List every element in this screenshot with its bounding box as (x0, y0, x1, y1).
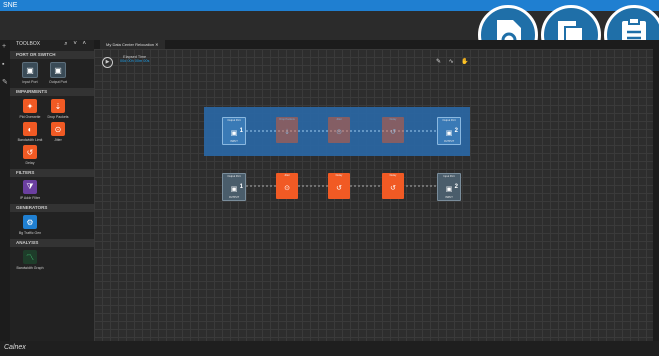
pipeline-node[interactable]: Delay ↺ (382, 173, 404, 199)
node-footer: OUTPUT (443, 140, 455, 143)
impairment-icon: ↺ (336, 185, 342, 192)
toolbox-item-label: Pkt Overwrite (19, 115, 41, 119)
node-footer: INPUT (445, 196, 453, 199)
pipeline-node[interactable]: Jitter ⊙ (276, 173, 298, 199)
toolbox-section-header[interactable]: FILTERS (10, 169, 94, 177)
port-icon: ▣ (22, 62, 38, 78)
impairment-icon: ⊙ (336, 129, 342, 136)
toolbox-controls[interactable]: ⌕ ˅ ˄ (64, 40, 88, 49)
toolbox-tiles: ✦ Pkt Overwrite ⇣ Drop Packets ◐ Bandwidth Li… (10, 96, 94, 167)
design-canvas[interactable]: ▶ Elapsed Time 00d 00h 00m 00s ✎ ∿ ✋ Out… (94, 49, 653, 341)
toolbox-item-label: Output Port (49, 80, 67, 84)
toolbox-section-header[interactable]: GENERATORS (10, 204, 94, 212)
tab-my-data-center-relocation[interactable]: My Data Center Relocation ✕ (100, 40, 165, 49)
toolbox-item[interactable]: ⚙ Bg Traffic Gen (19, 215, 41, 235)
node-header: Output Port (227, 119, 241, 122)
left-icon-strip: + ▪ ✎ (0, 40, 10, 341)
impairment-icon: ↺ (390, 129, 396, 136)
toolbox-item-label: Jitter (54, 138, 62, 142)
port-number: 1 (239, 128, 243, 134)
tab-bar: My Data Center Relocation ✕ (94, 40, 659, 49)
toolbox-section-header[interactable]: ANALYSIS (10, 239, 94, 247)
toolbox-tiles: ⚙ Bg Traffic Gen (10, 212, 94, 237)
drop-icon: ⇣ (51, 99, 65, 113)
node-header: Output Port (227, 175, 241, 178)
port-number: 1 (239, 184, 243, 190)
node-header: Output Port (442, 119, 456, 122)
folder-icon[interactable]: ▪ (2, 61, 8, 68)
toolbox-item-label: Input Port (22, 80, 38, 84)
toolbox-title: TOOLBOX (16, 41, 41, 47)
overwrite-icon: ✦ (23, 99, 37, 113)
toolbox-item[interactable]: ✦ Pkt Overwrite (19, 99, 41, 119)
toolbox-sections: PORT OR SWITCH ▣ Input Port ▣ Output Port IMP… (10, 51, 94, 272)
toolbox-header: TOOLBOX ⌕ ˅ ˄ (10, 40, 94, 49)
node-footer: INPUT (230, 140, 238, 143)
node-footer: OUTPUT (228, 196, 240, 199)
add-icon[interactable]: + (2, 43, 8, 50)
toolbox-item[interactable]: ◐ Bandwidth Limit (17, 122, 43, 142)
app-title: SNE (3, 2, 18, 9)
toolbox-item-label: IP Addr Filter (19, 196, 41, 200)
toolbox-panel: TOOLBOX ⌕ ˅ ˄ PORT OR SWITCH ▣ Input Port ▣… (10, 40, 95, 341)
toolbox-item[interactable]: 〽 Bandwidth Graph (16, 250, 44, 270)
toolbox-item-label: Delay (25, 161, 35, 165)
filter-icon: ⧩ (23, 180, 37, 194)
toolbox-item-label: Bandwidth Limit (17, 138, 43, 142)
port-number: 2 (454, 184, 458, 190)
connectors (234, 130, 439, 187)
impairment-icon: ↺ (390, 185, 396, 192)
toolbox-tiles: ▣ Input Port ▣ Output Port (10, 59, 94, 86)
pipeline-node[interactable]: Drop Packets ⇣ (276, 117, 298, 143)
toolbox-item-label: Drop Packets (47, 115, 69, 119)
impairment-icon: ⊙ (284, 185, 290, 192)
tab-label: My Data Center Relocation (106, 42, 155, 47)
toolbox-item[interactable]: ↺ Delay (19, 145, 41, 165)
node-header: Drop Packets (279, 118, 295, 121)
pipeline-node[interactable]: Output Port ▣ 1 OUTPUT (222, 173, 246, 201)
impairment-icon: ⇣ (284, 129, 290, 136)
footer-bar: Calnex (0, 341, 659, 356)
node-header: Jitter (336, 118, 342, 121)
wrench-icon[interactable]: ✎ (2, 79, 8, 86)
toolbox-item[interactable]: ▣ Input Port (19, 62, 41, 84)
delay-icon: ↺ (23, 145, 37, 159)
node-header: Jitter (284, 174, 290, 177)
bandwidth-icon: ◐ (23, 122, 37, 136)
pipeline-node[interactable]: Jitter ⊙ (328, 117, 350, 143)
toolbox-item-label: Bandwidth Graph (16, 266, 44, 270)
node-header: Delay (335, 174, 343, 177)
pipeline-node[interactable]: Input Port ▣ 2 INPUT (437, 173, 461, 201)
pipeline-node[interactable]: Delay ↺ (382, 117, 404, 143)
port-icon: ▣ (230, 186, 238, 193)
graph-icon: 〽 (23, 250, 37, 264)
pipeline-node[interactable]: Output Port ▣ 2 OUTPUT (437, 117, 461, 145)
jitter-icon: ⊙ (51, 122, 65, 136)
toolbox-section-header[interactable]: IMPAIRMENTS (10, 88, 94, 96)
port-icon: ▣ (445, 130, 453, 137)
node-header: Delay (389, 174, 397, 177)
node-header: Delay (389, 118, 397, 121)
pipeline-node[interactable]: Delay ↺ (328, 173, 350, 199)
toolbox-item[interactable]: ▣ Output Port (47, 62, 69, 84)
node-header: Input Port (443, 175, 455, 178)
brand-logo: Calnex (4, 344, 26, 351)
pipeline-node[interactable]: Output Port ▣ 1 INPUT (222, 117, 246, 145)
toolbox-item[interactable]: ⊙ Jitter (47, 122, 69, 142)
port-number: 2 (454, 128, 458, 134)
port-icon: ▣ (230, 130, 238, 137)
toolbox-section-header[interactable]: PORT OR SWITCH (10, 51, 94, 59)
port-icon: ▣ (445, 186, 453, 193)
toolbox-item-label: Bg Traffic Gen (18, 231, 42, 235)
toolbox-item[interactable]: ⧩ IP Addr Filter (19, 180, 41, 200)
right-strip (653, 40, 659, 341)
toolbox-tiles: ⧩ IP Addr Filter (10, 177, 94, 202)
generator-icon: ⚙ (23, 215, 37, 229)
toolbox-item[interactable]: ⇣ Drop Packets (47, 99, 69, 119)
toolbox-tiles: 〽 Bandwidth Graph (10, 247, 94, 272)
port-icon: ▣ (50, 62, 66, 78)
